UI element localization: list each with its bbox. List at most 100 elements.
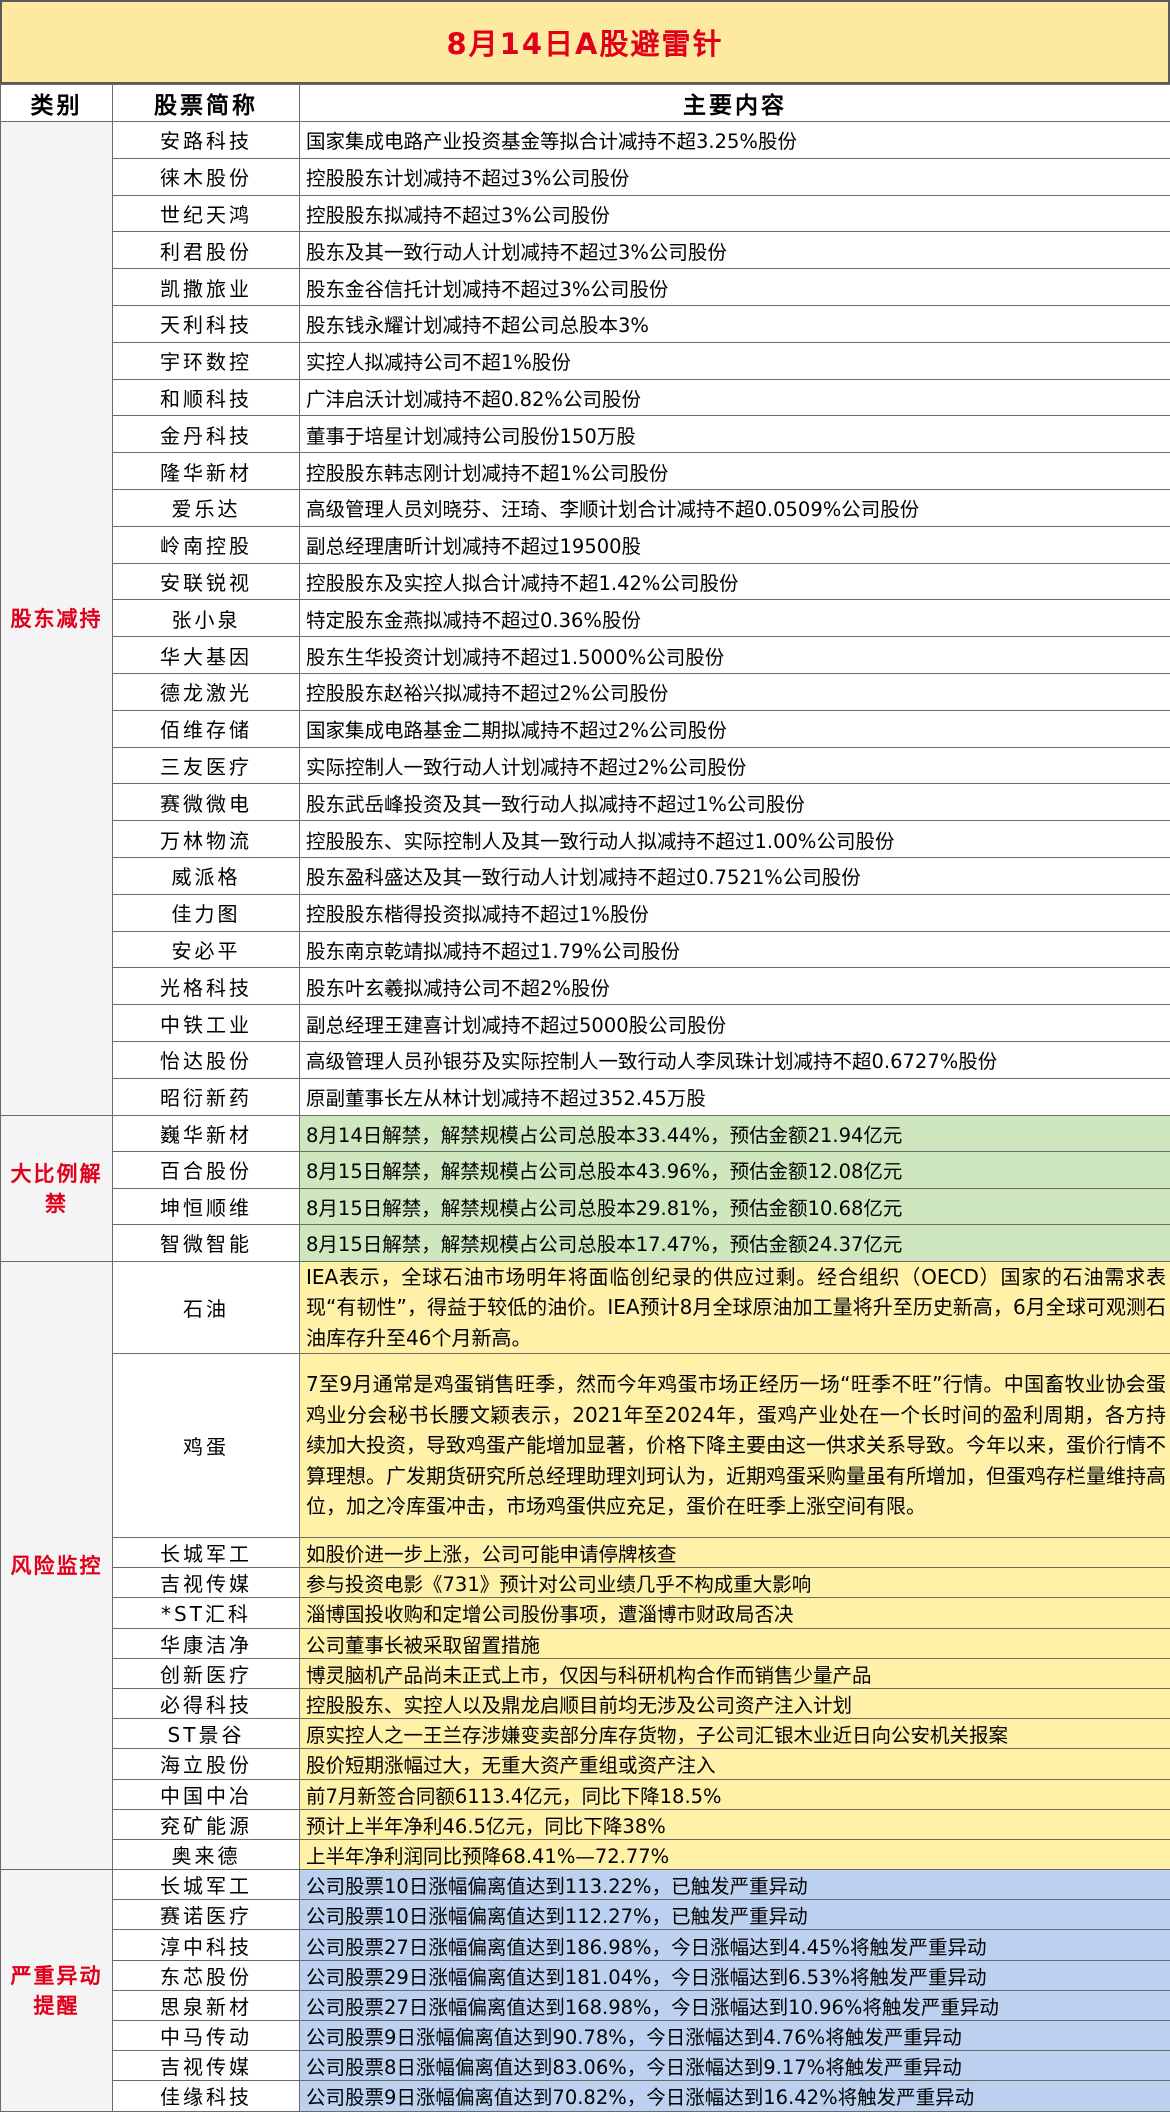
stock-name: 中国中冶 [112,1778,300,1810]
stock-name: 宇环数控 [112,341,300,380]
stock-content: 8月15日解禁，解禁规模占公司总股本43.96%，预估金额12.08亿元 [299,1151,1170,1189]
table-row: 东芯股份 公司股票29日涨幅偏离值达到181.04%，今日涨幅达到6.53%将触发… [1,1959,1170,1991]
table-row: 中国中冶 前7月新签合同额6113.4亿元，同比下降18.5% [1,1778,1170,1810]
table-row: 海立股份 股价短期涨幅过大，无重大资产重组或资产注入 [1,1748,1170,1780]
table-row: 中铁工业 副总经理王建喜计划减持不超过5000股公司股份 [1,1004,1170,1042]
header-row: 类别 股票简称 主要内容 [0,84,1170,122]
stock-name: 三友医疗 [112,746,300,785]
stock-content: 控股股东拟减持不超过3%公司股份 [299,194,1170,233]
stock-name: 佰维存储 [112,709,300,748]
stock-content: 控股股东赵裕兴拟减持不超过2%公司股份 [299,672,1170,711]
stock-name: 德龙激光 [112,672,300,711]
stock-name: 怡达股份 [112,1040,300,1079]
stock-name: 坤恒顺维 [112,1187,300,1226]
header-content: 主要内容 [299,84,1170,122]
stock-content: 公司股票29日涨幅偏离值达到181.04%，今日涨幅达到6.53%将触发严重异动 [299,1959,1170,1991]
stock-content: 公司董事长被采取留置措施 [299,1627,1170,1659]
table-row: 凯撒旅业 股东金谷信托计划减持不超过3%公司股份 [1,268,1170,306]
stock-name: 东芯股份 [112,1959,300,1991]
stock-name: 张小泉 [112,599,300,638]
stock-content: 股价短期涨幅过大，无重大资产重组或资产注入 [299,1748,1170,1780]
stock-name: 佳缘科技 [112,2080,300,2112]
table-row: 吉视传媒 公司股票8日涨幅偏离值达到83.06%，今日涨幅达到9.17%将触发严重… [1,2050,1170,2082]
stock-content: 预计上半年净利46.5亿元，同比下降38% [299,1808,1170,1840]
stock-content: 股东及其一致行动人计划减持不超过3%公司股份 [299,231,1170,270]
table-row: 德龙激光 控股股东赵裕兴拟减持不超过2%公司股份 [1,672,1170,711]
table-row: 安必平 股东南京乾靖拟减持不超过1.79%公司股份 [1,930,1170,969]
stock-name: 佳力图 [112,893,300,932]
table-row: 思泉新材 公司股票27日涨幅偏离值达到168.98%，今日涨幅达到10.96%将触… [1,1989,1170,2022]
stock-content: 股东盈科盛达及其一致行动人计划减持不超过0.7521%公司股份 [299,856,1170,895]
page-title: 8月14日A股避雷针 [0,0,1170,84]
stock-name: 淳中科技 [112,1929,300,1961]
table-row: 鸡蛋 7至9月通常是鸡蛋销售旺季，然而今年鸡蛋市场正经历一场“旺季不旺”行情。中国… [1,1353,1170,1539]
stock-name: 威派格 [112,856,300,895]
table-row: 奥来德 上半年净利润同比预降68.41%—72.77% [1,1838,1170,1871]
table-row: 佳力图 控股股东楷得投资拟减持不超过1%股份 [1,893,1170,932]
stock-name: 岭南控股 [112,525,300,564]
table-row: 淳中科技 公司股票27日涨幅偏离值达到186.98%，今日涨幅达到4.45%将触发… [1,1929,1170,1961]
stock-name: 奥来德 [112,1838,300,1871]
table-row: *ST汇科 淄博国投收购和定增公司股份事项，遭淄博市财政局否决 [1,1597,1170,1629]
stock-content: 董事于培星计划减持公司股份150万股 [299,415,1170,454]
stock-content: 公司股票10日涨幅偏离值达到112.27%，已触发严重异动 [299,1899,1170,1931]
stock-content: 股东钱永耀计划减持不超公司总股本3% [299,304,1170,343]
stock-content: 公司股票9日涨幅偏离值达到70.82%，今日涨幅达到16.42%将触发严重异动 [299,2080,1170,2112]
stock-name: 华大基因 [112,636,300,674]
stock-content: 公司股票9日涨幅偏离值达到90.78%，今日涨幅达到4.76%将触发严重异动 [299,2020,1170,2052]
stock-name: 昭衍新药 [112,1077,300,1116]
table-row: 兖矿能源 预计上半年净利46.5亿元，同比下降38% [1,1808,1170,1840]
stock-content: 控股股东、实控人以及鼎龙启顺目前均无涉及公司资产注入计划 [299,1687,1170,1720]
stock-name: 安联锐视 [112,562,300,601]
table-row: 隆华新材 控股股东韩志刚计划减持不超1%公司股份 [1,452,1170,490]
table-row: 严重异动提醒 长城军工 公司股票10日涨幅偏离值达到113.22%，已触发严重异动 [0,1869,1170,2112]
stock-content: 控股股东楷得投资拟减持不超过1%股份 [299,893,1170,932]
stock-name: *ST汇科 [112,1597,300,1629]
table-row: 世纪天鸿 控股股东拟减持不超过3%公司股份 [1,194,1170,233]
stock-content: 副总经理唐昕计划减持不超过19500股 [299,525,1170,564]
stock-name: 中铁工业 [112,1004,300,1042]
table-body: 股东减持 安路科技 国家集成电路产业投资基金等拟合计减持不超3.25%股份 徕木股份控… [0,121,1170,2112]
table-row: 威派格 股东盈科盛达及其一致行动人计划减持不超过0.7521%公司股份 [1,856,1170,895]
table-row: 风险监控 石油 IEA表示，全球石油市场明年将面临创纪录的供应过剩。经合组织（OEC… [0,1260,1170,1871]
stock-content: 上半年净利润同比预降68.41%—72.77% [299,1838,1170,1871]
stock-content: 8月14日解禁，解禁规模占公司总股本33.44%，预估金额21.94亿元 [299,1114,1170,1153]
category-shareholder-reduction: 股东减持 [0,121,113,1116]
stock-name: 世纪天鸿 [112,194,300,233]
stock-name: ST景谷 [112,1718,300,1750]
table-row: 金丹科技 董事于培星计划减持公司股份150万股 [1,415,1170,454]
stock-content: 淄博国投收购和定增公司股份事项，遭淄博市财政局否决 [299,1597,1170,1629]
stock-name: 爱乐达 [112,488,300,527]
table-row: 中马传动 公司股票9日涨幅偏离值达到90.78%，今日涨幅达到4.76%将触发严重… [1,2020,1170,2052]
stock-content: 原副董事长左从林计划减持不超过352.45万股 [299,1077,1170,1116]
table-row: 怡达股份 高级管理人员孙银芬及实际控制人一致行动人李凤珠计划减持不超0.6727%… [1,1040,1170,1079]
stock-name: 巍华新材 [112,1114,300,1153]
table-row: 坤恒顺维 8月15日解禁，解禁规模占公司总股本29.81%，预估金额10.68亿元 [1,1187,1170,1226]
stock-content: 参与投资电影《731》预计对公司业绩几乎不构成重大影响 [299,1567,1170,1599]
table-row: 张小泉 特定股东金燕拟减持不超过0.36%股份 [1,599,1170,638]
stock-content: 公司股票10日涨幅偏离值达到113.22%，已触发严重异动 [299,1869,1170,1901]
stock-content: 国家集成电路产业投资基金等拟合计减持不超3.25%股份 [299,121,1170,159]
stock-content: 控股股东计划减持不超过3%公司股份 [299,157,1170,196]
table-row: 华大基因 股东生华投资计划减持不超过1.5000%公司股份 [1,636,1170,674]
stock-content: 特定股东金燕拟减持不超过0.36%股份 [299,599,1170,638]
stock-name: 利君股份 [112,231,300,270]
stock-name: 兖矿能源 [112,1808,300,1840]
stock-content: 股东武岳峰投资及其一致行动人拟减持不超过1%公司股份 [299,783,1170,822]
stock-content: 高级管理人员孙银芬及实际控制人一致行动人李凤珠计划减持不超0.6727%股份 [299,1040,1170,1079]
table-row: 和顺科技 广沣启沃计划减持不超0.82%公司股份 [1,378,1170,417]
stock-name: 智微智能 [112,1224,300,1262]
header-stock: 股票简称 [112,84,300,122]
stock-content: 公司股票27日涨幅偏离值达到168.98%，今日涨幅达到10.96%将触发严重异… [299,1989,1170,2022]
stock-name: 华康洁净 [112,1627,300,1659]
table-row: 智微智能 8月15日解禁，解禁规模占公司总股本17.47%，预估金额24.37亿元 [1,1224,1170,1262]
stock-content: 7至9月通常是鸡蛋销售旺季，然而今年鸡蛋市场正经历一场“旺季不旺”行情。中国畜牧… [299,1353,1170,1539]
table-row: 华康洁净 公司董事长被采取留置措施 [1,1627,1170,1659]
stock-name: 长城军工 [112,1537,300,1569]
table-row: 徕木股份 控股股东计划减持不超过3%公司股份 [1,157,1170,196]
stock-content: 实际控制人一致行动人计划减持不超过2%公司股份 [299,746,1170,785]
stock-name: 创新医疗 [112,1657,300,1689]
stock-name: 光格科技 [112,967,300,1006]
stock-content: 如股价进一步上涨，公司可能申请停牌核查 [299,1537,1170,1569]
header-category: 类别 [0,84,113,122]
